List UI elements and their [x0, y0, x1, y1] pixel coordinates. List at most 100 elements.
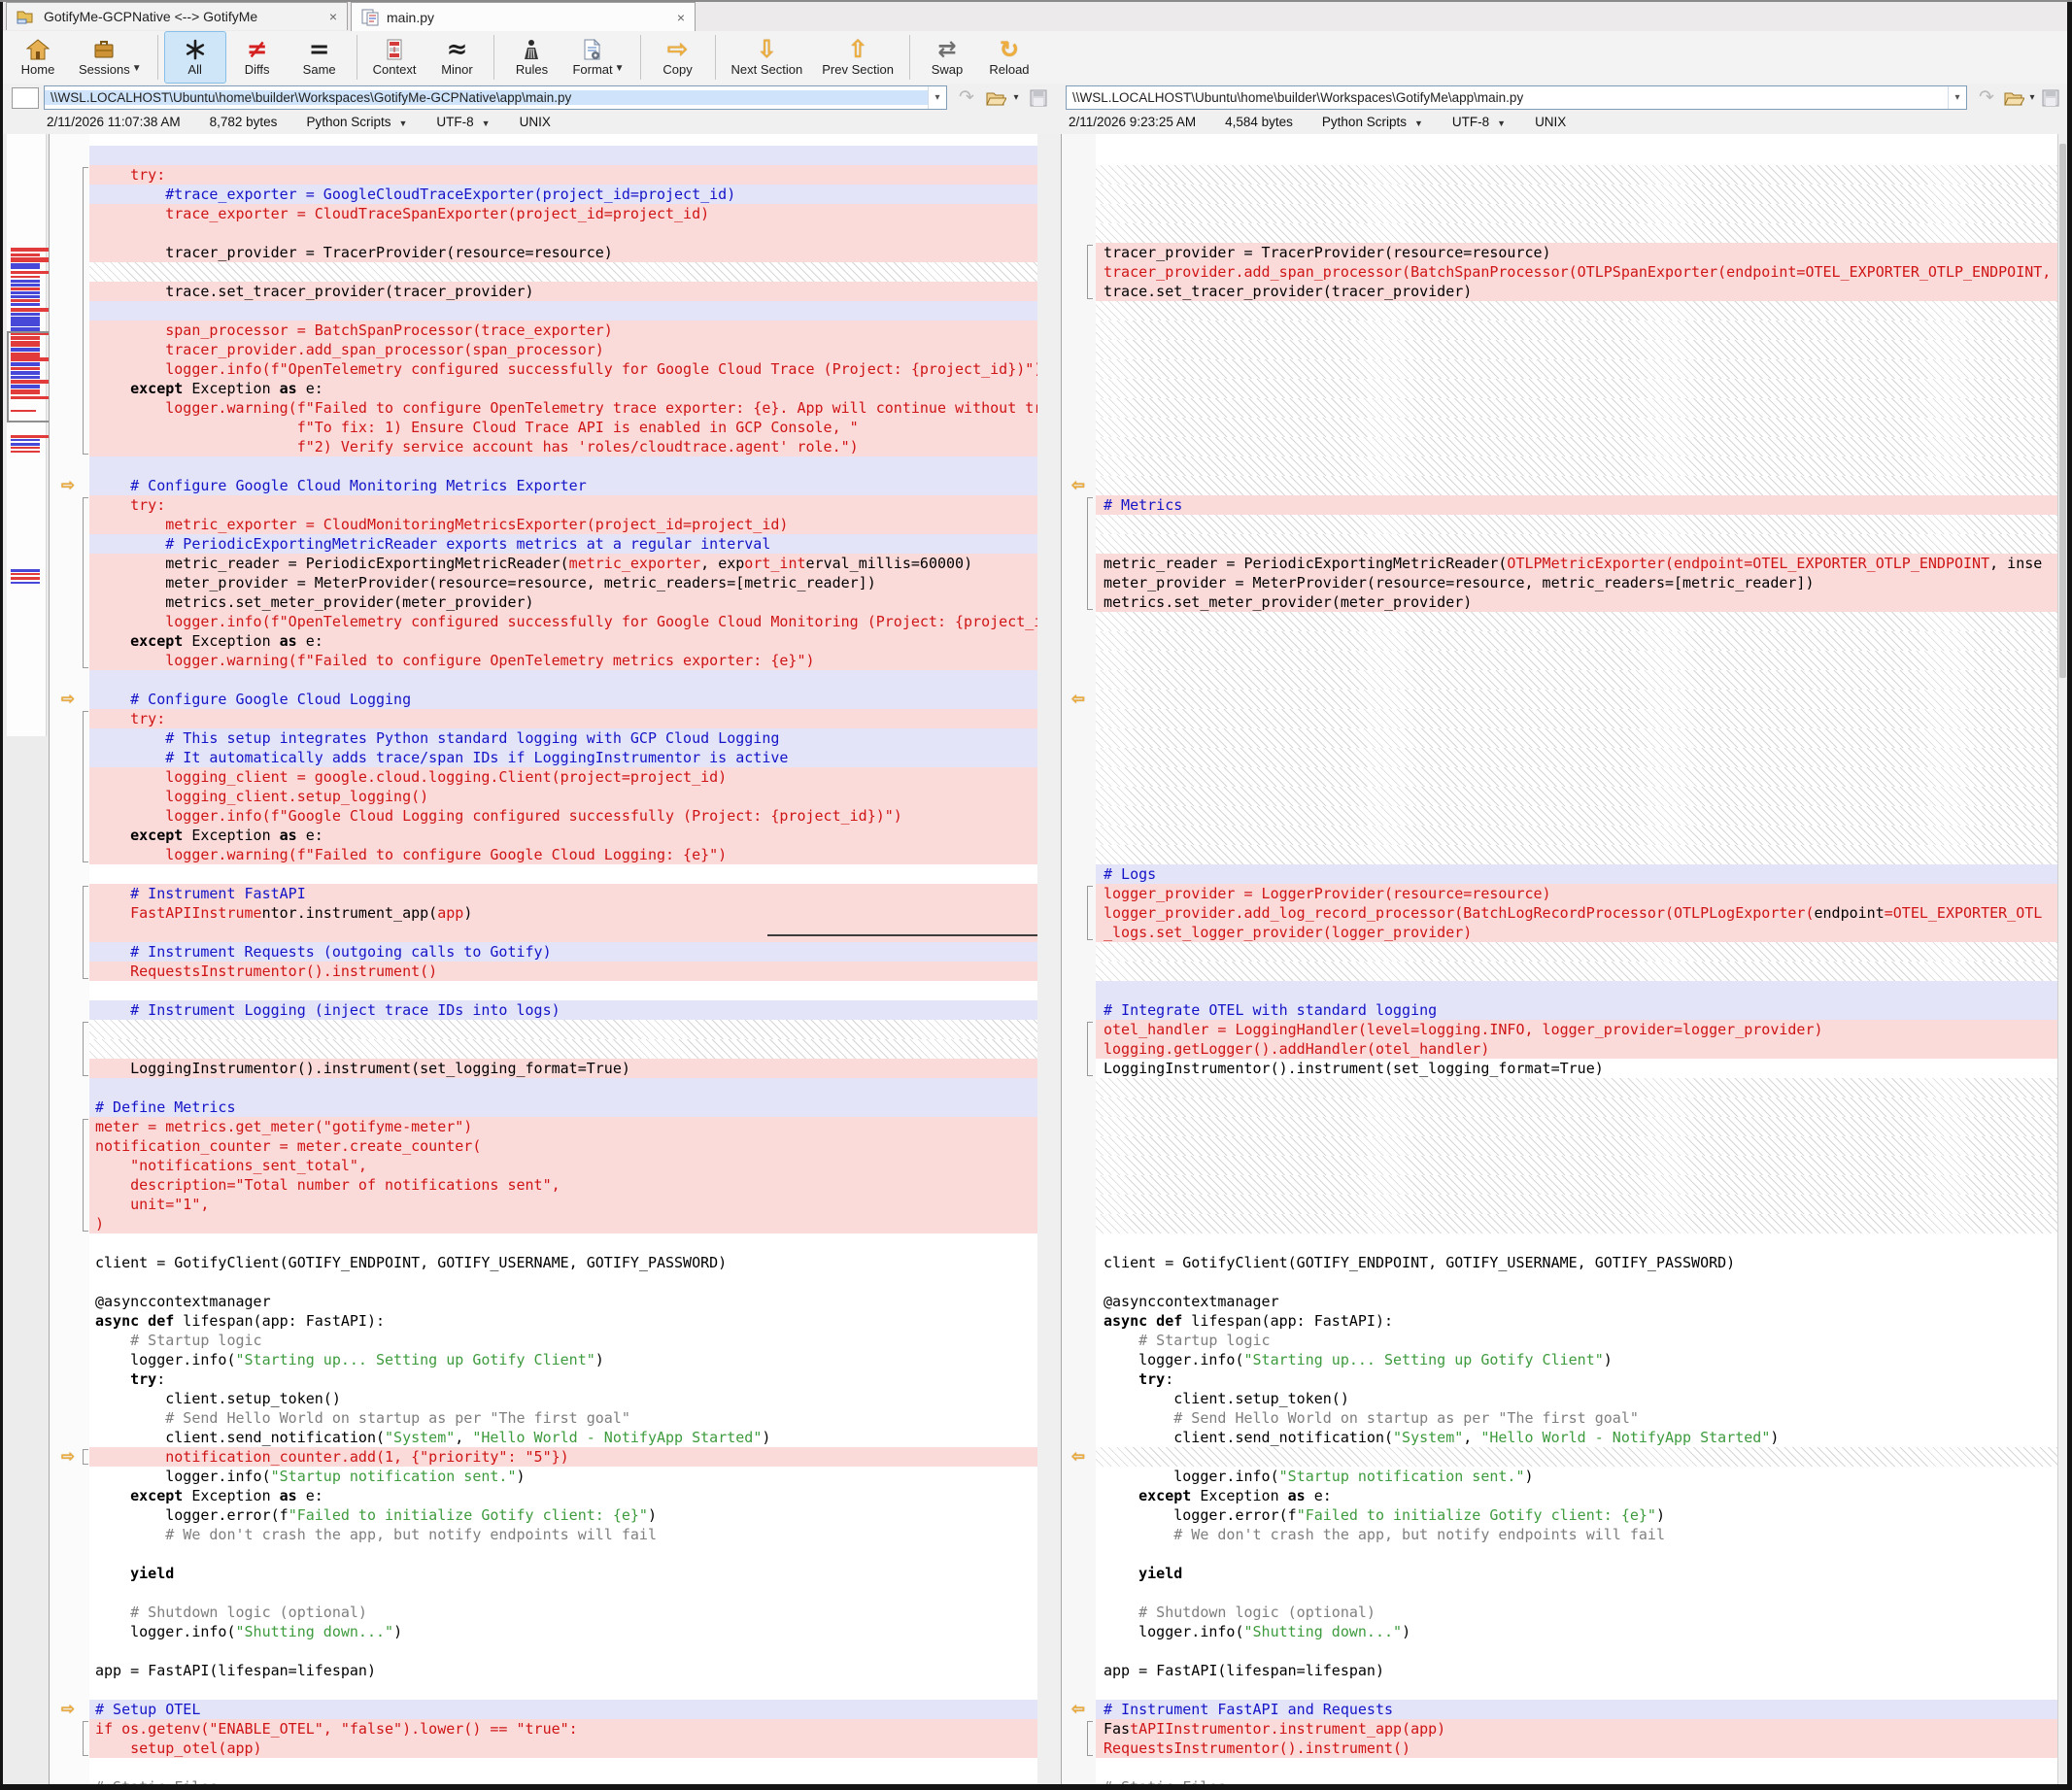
chevron-down-icon[interactable]: ▼: [132, 63, 142, 74]
code-line[interactable]: meter = metrics.get_meter("gotifyme-mete…: [89, 1117, 1037, 1136]
right-open-folder-icon[interactable]: [2001, 85, 2026, 110]
code-line[interactable]: logger.info("Starting up... Setting up G…: [89, 1350, 1037, 1369]
code-line[interactable]: logging_client = google.cloud.logging.Cl…: [89, 767, 1037, 787]
code-line[interactable]: [89, 981, 1037, 1000]
code-line[interactable]: [1096, 340, 2061, 359]
code-line[interactable]: tracer_provider = TracerProvider(resourc…: [1096, 243, 2061, 262]
code-line[interactable]: logger.info(f"Google Cloud Logging confi…: [89, 806, 1037, 826]
copy-section-right-arrow-icon[interactable]: ⇨: [53, 476, 83, 495]
code-line[interactable]: [1096, 1195, 2061, 1214]
code-line[interactable]: [1096, 748, 2061, 767]
code-line[interactable]: try:: [89, 165, 1037, 185]
code-line[interactable]: [1096, 709, 2061, 728]
code-line[interactable]: [1096, 612, 2061, 631]
code-line[interactable]: [1096, 1117, 2061, 1136]
code-line[interactable]: [89, 1078, 1037, 1098]
code-line[interactable]: # It automatically adds trace/span IDs i…: [89, 748, 1037, 767]
code-line[interactable]: logger.info("Startup notification sent."…: [1096, 1467, 2061, 1486]
code-line[interactable]: logger.error(f"Failed to initialize Goti…: [89, 1505, 1037, 1525]
code-line[interactable]: logger_provider.add_log_record_processor…: [1096, 903, 2061, 923]
code-line[interactable]: metric_exporter = CloudMonitoringMetrics…: [89, 515, 1037, 534]
copy-section-left-arrow-icon[interactable]: ⇦: [1064, 476, 1093, 495]
code-line[interactable]: # PeriodicExportingMetricReader exports …: [89, 534, 1037, 554]
code-line[interactable]: [1096, 204, 2061, 223]
code-line[interactable]: client = GotifyClient(GOTIFY_ENDPOINT, G…: [89, 1253, 1037, 1272]
minimap-viewport-rect[interactable]: [7, 331, 51, 422]
code-line[interactable]: try:: [89, 709, 1037, 728]
scrollbar-thumb[interactable]: [2059, 144, 2066, 678]
code-line[interactable]: try:: [1096, 1369, 2061, 1389]
code-line[interactable]: logger.info("Starting up... Setting up G…: [1096, 1350, 2061, 1369]
code-line[interactable]: [89, 864, 1037, 884]
copy-section-left-arrow-icon[interactable]: ⇦: [1064, 1700, 1093, 1719]
left-save-icon[interactable]: [1026, 85, 1051, 110]
code-line[interactable]: # Metrics: [1096, 495, 2061, 515]
code-line[interactable]: [1096, 165, 2061, 185]
code-line[interactable]: # We don't crash the app, but notify end…: [89, 1525, 1037, 1544]
code-line[interactable]: [1096, 1136, 2061, 1156]
tab-main-py[interactable]: main.py ×: [351, 2, 696, 31]
code-line[interactable]: [89, 1272, 1037, 1292]
code-line[interactable]: [89, 456, 1037, 476]
code-line[interactable]: except Exception as e:: [89, 631, 1037, 651]
code-line[interactable]: otel_handler = LoggingHandler(level=logg…: [1096, 1020, 2061, 1039]
code-line[interactable]: # Instrument FastAPI: [89, 884, 1037, 903]
code-line[interactable]: yield: [89, 1564, 1037, 1583]
code-line[interactable]: RequestsInstrumentor().instrument(): [89, 962, 1037, 981]
code-line[interactable]: # We don't crash the app, but notify end…: [1096, 1525, 2061, 1544]
code-line[interactable]: _logs.set_logger_provider(logger_provide…: [1096, 923, 2061, 942]
code-line[interactable]: setup_otel(app): [89, 1739, 1037, 1758]
close-icon[interactable]: ×: [677, 11, 685, 24]
code-line[interactable]: @asynccontextmanager: [89, 1292, 1037, 1311]
code-line[interactable]: tracer_provider.add_span_processor(span_…: [89, 340, 1037, 359]
code-line[interactable]: [1096, 476, 2061, 495]
code-line[interactable]: [1096, 631, 2061, 651]
code-line[interactable]: app = FastAPI(lifespan=lifespan): [1096, 1661, 2061, 1680]
code-line[interactable]: #trace_exporter = GoogleCloudTraceExport…: [89, 185, 1037, 204]
code-line[interactable]: client.setup_token(): [89, 1389, 1037, 1408]
code-line[interactable]: LoggingInstrumentor().instrument(set_log…: [89, 1059, 1037, 1078]
left-path-combobox[interactable]: \\WSL.LOCALHOST\Ubuntu\home\builder\Work…: [44, 85, 947, 110]
code-line[interactable]: # Define Metrics: [89, 1098, 1037, 1117]
session-thumbnail-toggle[interactable]: [12, 87, 39, 109]
code-line[interactable]: [89, 1020, 1037, 1039]
code-line[interactable]: [1096, 1156, 2061, 1175]
code-line[interactable]: [1096, 515, 2061, 534]
code-line[interactable]: [89, 1641, 1037, 1661]
code-line[interactable]: [89, 1758, 1037, 1777]
code-line[interactable]: # Setup OTEL: [89, 1700, 1037, 1719]
code-line[interactable]: async def lifespan(app: FastAPI):: [1096, 1311, 2061, 1331]
close-icon[interactable]: ×: [329, 10, 337, 23]
code-line[interactable]: [1096, 146, 2061, 165]
code-line[interactable]: [1096, 456, 2061, 476]
code-line[interactable]: metrics.set_meter_provider(meter_provide…: [1096, 592, 2061, 612]
chevron-down-icon[interactable]: ▾: [1948, 86, 1966, 109]
code-line[interactable]: client.setup_token(): [1096, 1389, 2061, 1408]
code-line[interactable]: logger.warning(f"Failed to configure Ope…: [89, 651, 1037, 670]
code-line[interactable]: @asynccontextmanager: [1096, 1292, 2061, 1311]
code-line[interactable]: [1096, 787, 2061, 806]
right-browse-back-icon[interactable]: ↷: [1974, 85, 1999, 110]
code-line[interactable]: [1096, 1447, 2061, 1467]
code-line[interactable]: meter_provider = MeterProvider(resource=…: [1096, 573, 2061, 592]
toolbar-button-swap[interactable]: ⇄Swap: [916, 31, 978, 84]
code-line[interactable]: [1096, 690, 2061, 709]
code-line[interactable]: RequestsInstrumentor().instrument(): [1096, 1739, 2061, 1758]
code-line[interactable]: metric_reader = PeriodicExportingMetricR…: [1096, 554, 2061, 573]
code-line[interactable]: notification_counter.add(1, {"priority":…: [89, 1447, 1037, 1467]
code-line[interactable]: [1096, 1078, 2061, 1098]
copy-section-left-arrow-icon[interactable]: ⇦: [1064, 690, 1093, 709]
code-line[interactable]: # Send Hello World on startup as per "Th…: [89, 1408, 1037, 1428]
code-line[interactable]: # Instrument FastAPI and Requests: [1096, 1700, 2061, 1719]
code-line[interactable]: # Shutdown logic (optional): [89, 1603, 1037, 1622]
code-line[interactable]: except Exception as e:: [89, 1486, 1037, 1505]
code-line[interactable]: # Shutdown logic (optional): [1096, 1603, 2061, 1622]
code-line[interactable]: # Integrate OTEL with standard logging: [1096, 1000, 2061, 1020]
code-line[interactable]: # Startup logic: [89, 1331, 1037, 1350]
code-line[interactable]: [1096, 962, 2061, 981]
code-line[interactable]: meter_provider = MeterProvider(resource=…: [89, 573, 1037, 592]
code-line[interactable]: [1096, 301, 2061, 321]
copy-section-right-arrow-icon[interactable]: ⇨: [53, 1700, 83, 1719]
code-line[interactable]: trace_exporter = CloudTraceSpanExporter(…: [89, 204, 1037, 223]
code-line[interactable]: ): [89, 1214, 1037, 1233]
